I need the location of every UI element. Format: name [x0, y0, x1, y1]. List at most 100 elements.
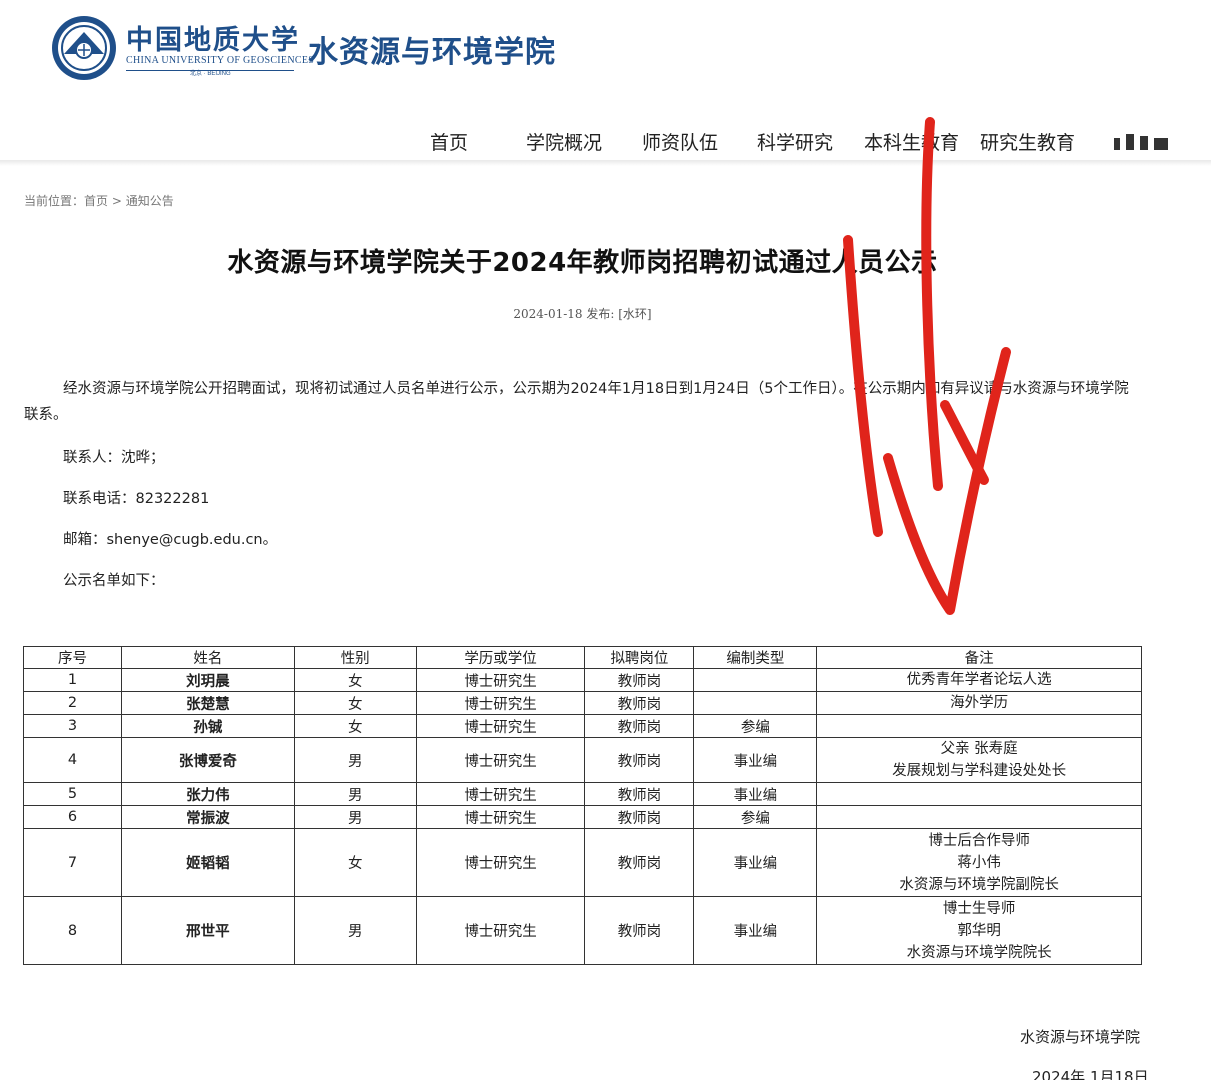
contact-email: 邮箱：shenye@cugb.edu.cn。	[63, 532, 278, 548]
list-intro: 公示名单如下：	[63, 573, 165, 589]
cell-no: 8	[23, 896, 122, 965]
article-title: 水资源与环境学院关于2024年教师岗招聘初试通过人员公示	[227, 248, 938, 278]
remark-line: 蒋小伟	[957, 854, 1001, 871]
breadcrumb-current-link[interactable]: 通知公告	[126, 194, 174, 208]
table-header-cell: 序号	[23, 646, 122, 669]
table-header-cell: 拟聘岗位	[584, 646, 695, 669]
department-name[interactable]: 水资源与环境学院	[308, 27, 556, 71]
remark-line: 郭华明	[957, 922, 1001, 939]
cell-gender: 男	[293, 737, 417, 783]
table-row: 3 孙铖 女 博士研究生 教师岗 参编	[23, 714, 1142, 738]
remark-line: 博士后合作导师	[928, 832, 1030, 849]
contact-person: 联系人：沈晔；	[63, 450, 165, 466]
site-header: 中国地质大学 CHINA UNIVERSITY OF GEOSCIENCES 北…	[0, 0, 1211, 165]
cell-type: 事业编	[693, 782, 818, 806]
table-header-cell: 编制类型	[693, 646, 818, 669]
cell-type: 参编	[693, 805, 818, 829]
cell-remarks: 博士后合作导师 蒋小伟 水资源与环境学院副院长	[816, 828, 1142, 897]
nav-shadow	[0, 160, 1211, 166]
cell-remarks	[816, 782, 1142, 806]
nav-item-about[interactable]: 学院概况	[526, 128, 602, 155]
cell-post: 教师岗	[584, 714, 695, 738]
nav-item-graduate[interactable]: 研究生教育	[980, 128, 1075, 155]
cell-post: 教师岗	[584, 782, 695, 806]
contact-phone: 联系电话：82322281	[63, 491, 210, 507]
nav-item-truncated-icon[interactable]	[1112, 132, 1170, 152]
cell-type: 事业编	[693, 737, 818, 783]
university-name-en: CHINA UNIVERSITY OF GEOSCIENCES	[126, 55, 315, 66]
cell-post: 教师岗	[584, 691, 695, 715]
breadcrumb-separator: >	[108, 194, 126, 208]
cell-degree: 博士研究生	[415, 668, 586, 692]
cell-degree: 博士研究生	[415, 782, 586, 806]
cell-name: 张力伟	[120, 782, 295, 806]
cell-degree: 博士研究生	[415, 805, 586, 829]
breadcrumb-prefix: 当前位置：	[24, 194, 85, 208]
scribble-stroke-1	[921, 117, 943, 491]
cell-no: 3	[23, 714, 122, 738]
nav-item-home[interactable]: 首页	[430, 128, 468, 155]
table-row: 4 张博爱奇 男 博士研究生 教师岗 事业编 父亲 张寿庭 发展规划与学科建设处…	[23, 737, 1142, 783]
table-row: 2 张楚慧 女 博士研究生 教师岗 海外学历	[23, 691, 1142, 715]
table-header-cell: 性别	[293, 646, 417, 669]
cell-gender: 男	[293, 805, 417, 829]
cell-no: 2	[23, 691, 122, 715]
result-table: 序号 姓名 性别 学历或学位 拟聘岗位 编制类型 备注 1 刘玥晨 女 博士研究…	[23, 646, 1142, 965]
signature-department: 水资源与环境学院	[1020, 1028, 1141, 1046]
table-row: 7 姬韬韬 女 博士研究生 教师岗 事业编 博士后合作导师 蒋小伟 水资源与环境…	[23, 828, 1142, 897]
cell-no: 1	[23, 668, 122, 692]
remark-line: 发展规划与学科建设处处长	[892, 763, 1067, 779]
nav-item-undergrad[interactable]: 本科生教育	[864, 128, 959, 155]
cell-remarks	[816, 714, 1142, 738]
cell-gender: 女	[293, 668, 417, 692]
breadcrumb-home-link[interactable]: 首页	[84, 194, 108, 208]
cell-name: 张楚慧	[120, 691, 295, 715]
cell-post: 教师岗	[584, 805, 695, 829]
table-header-cell: 备注	[816, 646, 1142, 669]
cell-no: 4	[23, 737, 122, 783]
cell-remarks	[816, 805, 1142, 829]
remark-line: 海外学历	[950, 695, 1009, 711]
cell-type	[693, 668, 818, 692]
nav-item-research[interactable]: 科学研究	[757, 128, 833, 155]
cell-gender: 男	[293, 896, 417, 965]
cell-remarks: 海外学历	[816, 691, 1142, 715]
nav-item-faculty[interactable]: 师资队伍	[642, 128, 718, 155]
cell-degree: 博士研究生	[415, 714, 586, 738]
cell-post: 教师岗	[584, 737, 695, 783]
cell-no: 5	[23, 782, 122, 806]
cell-no: 6	[23, 805, 122, 829]
cell-post: 教师岗	[584, 896, 695, 965]
table-row: 8 邢世平 男 博士研究生 教师岗 事业编 博士生导师 郭华明 水资源与环境学院…	[23, 896, 1142, 965]
cell-remarks: 博士生导师 郭华明 水资源与环境学院院长	[816, 896, 1142, 965]
table-header-cell: 姓名	[120, 646, 295, 669]
cell-gender: 女	[293, 828, 417, 897]
remark-line: 水资源与环境学院院长	[906, 944, 1052, 961]
cell-degree: 博士研究生	[415, 828, 586, 897]
cell-remarks: 父亲 张寿庭 发展规划与学科建设处处长	[816, 737, 1142, 783]
page: 中国地质大学 CHINA UNIVERSITY OF GEOSCIENCES 北…	[0, 0, 1211, 1080]
main-nav: 首页 学院概况 师资队伍 科学研究 本科生教育 研究生教育	[0, 128, 1211, 158]
article-meta: 2024-01-18 发布: [水环]	[513, 307, 652, 321]
cell-type: 参编	[693, 714, 818, 738]
cell-gender: 男	[293, 782, 417, 806]
remark-line: 博士生导师	[942, 900, 1016, 917]
cell-name: 邢世平	[120, 896, 295, 965]
cell-post: 教师岗	[584, 828, 695, 897]
university-seal-logo[interactable]	[50, 14, 118, 82]
cell-name: 张博爱奇	[120, 737, 295, 783]
remark-line: 优秀青年学者论坛人选	[906, 672, 1052, 688]
cell-post: 教师岗	[584, 668, 695, 692]
cell-gender: 女	[293, 714, 417, 738]
cell-degree: 博士研究生	[415, 896, 586, 965]
table-row: 1 刘玥晨 女 博士研究生 教师岗 优秀青年学者论坛人选	[23, 668, 1142, 692]
remark-line: 水资源与环境学院副院长	[899, 876, 1059, 893]
cell-type	[693, 691, 818, 715]
cell-name: 孙铖	[120, 714, 295, 738]
breadcrumb: 当前位置：首页 > 通知公告	[24, 192, 174, 209]
university-name-cn: 中国地质大学	[126, 25, 300, 56]
table-header-cell: 学历或学位	[415, 646, 586, 669]
cell-name: 姬韬韬	[120, 828, 295, 897]
table-row: 5 张力伟 男 博士研究生 教师岗 事业编	[23, 782, 1142, 806]
cell-degree: 博士研究生	[415, 691, 586, 715]
